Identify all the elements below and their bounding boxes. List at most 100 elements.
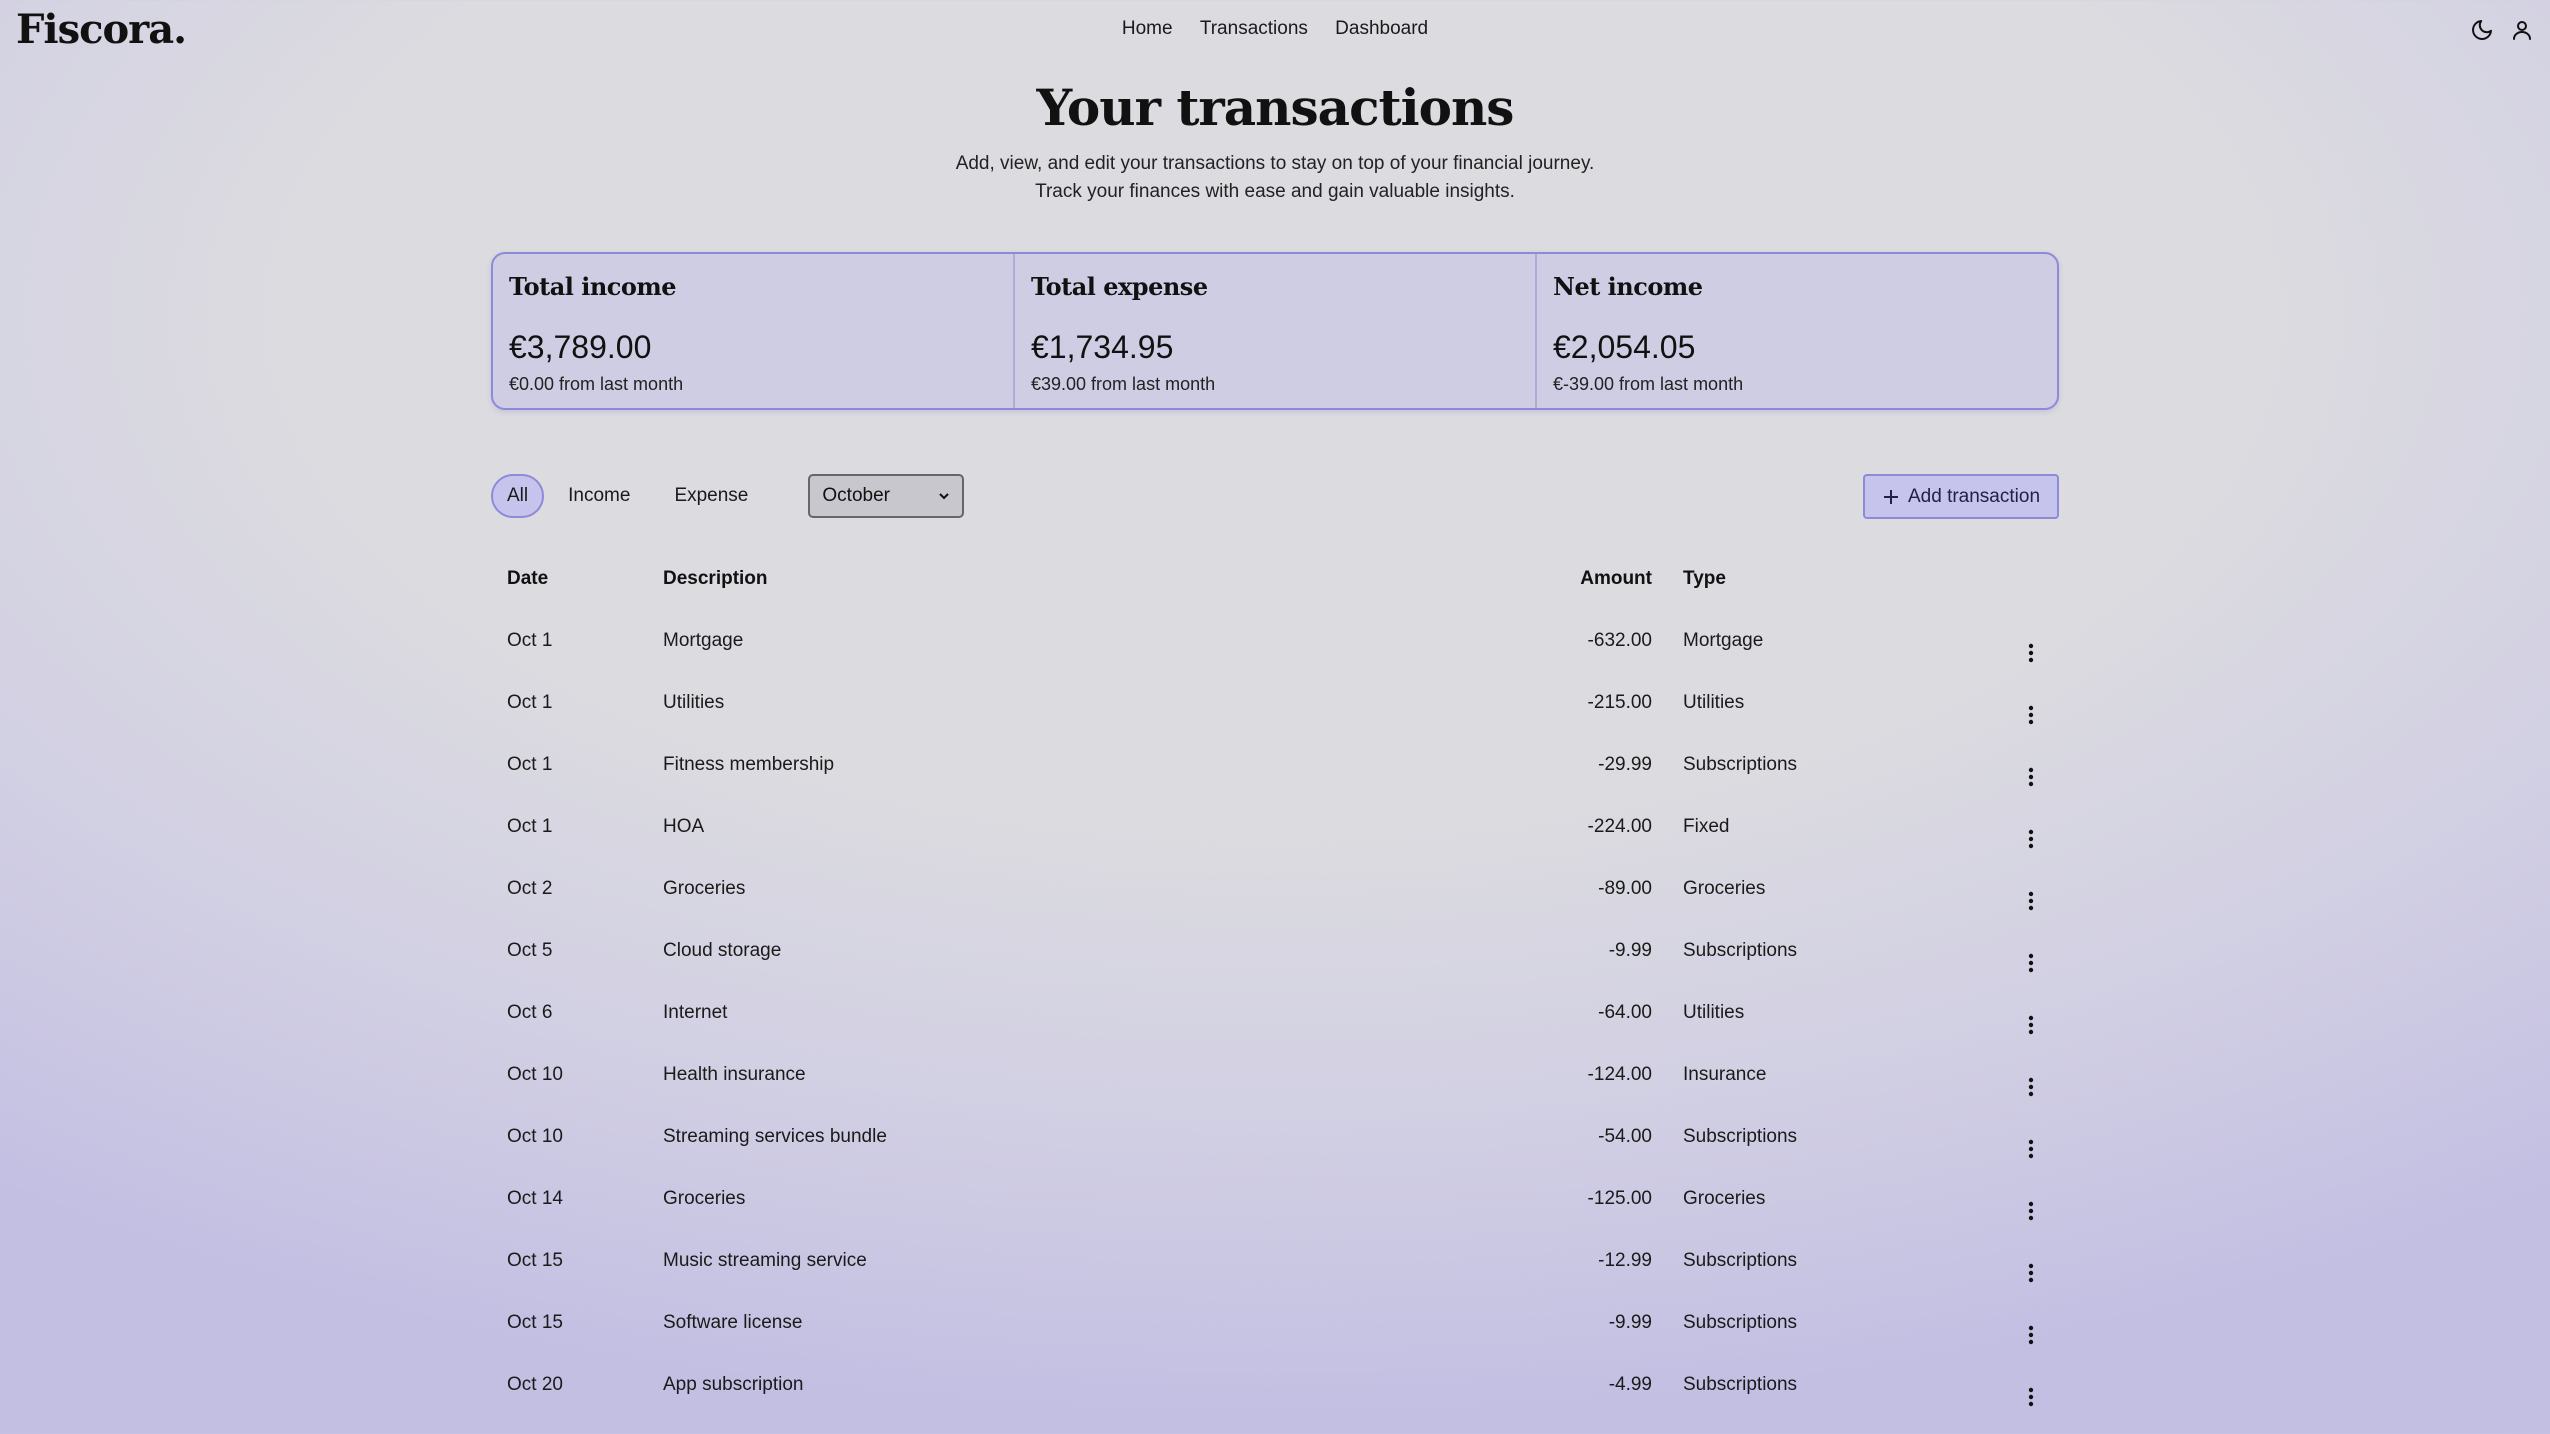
filter-bar: All Income Expense October (491, 474, 965, 518)
chevron-down-icon (939, 493, 950, 500)
more-options-icon[interactable] (2021, 815, 2041, 849)
subtitle-line: Track your finances with ease and gain v… (1035, 181, 1515, 202)
row-description: Streaming services bundle (663, 1126, 887, 1147)
row-type: Subscriptions (1683, 1374, 1798, 1395)
table-row[interactable]: Oct 15 Software license -9.99 Subscriptions (491, 1292, 2059, 1354)
more-options-icon[interactable] (2021, 691, 2041, 725)
row-date: Oct 15 (507, 1250, 563, 1271)
table-row[interactable]: Oct 10 Health insurance -124.00 Insurance (491, 1044, 2059, 1106)
row-type: Groceries (1683, 878, 1766, 899)
more-options-icon[interactable] (2021, 1311, 2041, 1345)
card-title: Net income (1553, 272, 1703, 301)
summary-cards: Total income €3,789.00 €0.00 from last m… (491, 252, 2059, 410)
total-income-card: Total income €3,789.00 €0.00 from last m… (493, 254, 1015, 408)
row-description: Mortgage (663, 630, 744, 651)
main-nav: Home Transactions Dashboard (0, 18, 2550, 40)
column-header-description: Description (663, 568, 768, 589)
more-options-icon[interactable] (2021, 939, 2041, 973)
row-description: Software license (663, 1312, 803, 1333)
user-icon[interactable] (2510, 18, 2534, 42)
card-change: €-39.00 from last month (1553, 374, 1744, 394)
more-options-icon[interactable] (2021, 1249, 2041, 1283)
row-amount: -9.99 (1608, 940, 1652, 961)
more-options-icon[interactable] (2021, 753, 2041, 787)
card-title: Total income (509, 272, 677, 301)
row-date: Oct 10 (507, 1064, 563, 1085)
month-select-value: October (822, 485, 890, 506)
more-options-icon[interactable] (2021, 1187, 2041, 1221)
row-type: Subscriptions (1683, 1250, 1798, 1271)
row-type: Insurance (1683, 1064, 1767, 1085)
row-date: Oct 14 (507, 1188, 563, 1209)
table-row[interactable]: Oct 1 Mortgage -632.00 Mortgage (491, 610, 2059, 672)
row-date: Oct 1 (507, 692, 553, 713)
card-value: €3,789.00 (509, 329, 652, 365)
total-expense-card: Total expense €1,734.95 €39.00 from last… (1015, 254, 1537, 408)
row-description: Music streaming service (663, 1250, 867, 1271)
row-description: Cloud storage (663, 940, 782, 961)
plus-icon (1883, 489, 1898, 504)
row-amount: -4.99 (1608, 1374, 1652, 1395)
row-type: Subscriptions (1683, 1312, 1798, 1333)
more-options-icon[interactable] (2021, 877, 2041, 911)
card-value: €2,054.05 (1553, 329, 1696, 365)
row-amount: -124.00 (1587, 1064, 1652, 1085)
row-amount: -632.00 (1587, 630, 1652, 651)
row-description: Groceries (663, 878, 746, 899)
table-row[interactable]: Oct 10 Streaming services bundle -54.00 Sub… (491, 1106, 2059, 1168)
table-row[interactable]: Oct 5 Cloud storage -9.99 Subscriptions (491, 920, 2059, 982)
filter-income-tab[interactable]: Income (548, 474, 650, 518)
row-amount: -9.99 (1608, 1312, 1652, 1333)
row-amount: -224.00 (1587, 816, 1652, 837)
row-date: Oct 6 (507, 1002, 553, 1023)
column-header-type: Type (1683, 568, 1726, 589)
more-options-icon[interactable] (2021, 1063, 2041, 1097)
row-amount: -12.99 (1598, 1250, 1652, 1271)
table-row[interactable]: Oct 1 Fitness membership -29.99 Subscriptio… (491, 734, 2059, 796)
filter-expense-tab[interactable]: Expense (654, 474, 768, 518)
table-row[interactable]: Oct 1 HOA -224.00 Fixed (491, 796, 2059, 858)
row-type: Subscriptions (1683, 1126, 1798, 1147)
row-description: Fitness membership (663, 754, 835, 775)
nav-transactions[interactable]: Transactions (1200, 18, 1308, 39)
month-select[interactable]: October (808, 474, 965, 518)
card-change: €39.00 from last month (1031, 374, 1216, 394)
add-transaction-label: Add transaction (1907, 485, 2041, 507)
card-title: Total expense (1031, 272, 1208, 301)
page-subtitle: Add, view, and edit your transactions to… (0, 150, 2550, 206)
table-row[interactable]: Oct 1 Utilities -215.00 Utilities (491, 672, 2059, 734)
row-type: Subscriptions (1683, 940, 1798, 961)
row-date: Oct 5 (507, 940, 553, 961)
page-title: Your transactions (1036, 78, 1515, 137)
add-transaction-button[interactable]: Add transaction (1863, 474, 2059, 519)
table-row[interactable]: Oct 14 Groceries -125.00 Groceries (491, 1168, 2059, 1230)
filter-all-tab[interactable]: All (491, 474, 545, 518)
more-options-icon[interactable] (2021, 1373, 2041, 1407)
nav-home[interactable]: Home (1122, 18, 1173, 39)
row-type: Subscriptions (1683, 754, 1798, 775)
row-amount: -89.00 (1598, 878, 1652, 899)
row-type: Fixed (1683, 816, 1730, 837)
more-options-icon[interactable] (2021, 1125, 2041, 1159)
table-header: Date Description Amount Type (491, 548, 2059, 610)
table-row[interactable]: Oct 6 Internet -64.00 Utilities (491, 982, 2059, 1044)
column-header-date: Date (507, 568, 549, 589)
more-options-icon[interactable] (2021, 629, 2041, 663)
row-date: Oct 1 (507, 630, 553, 651)
table-row[interactable]: Oct 2 Groceries -89.00 Groceries (491, 858, 2059, 920)
row-description: Groceries (663, 1188, 746, 1209)
more-options-icon[interactable] (2021, 1001, 2041, 1035)
table-row[interactable]: Oct 20 App subscription -4.99 Subscriptions (491, 1354, 2059, 1416)
card-change: €0.00 from last month (509, 374, 684, 394)
row-description: App subscription (663, 1374, 804, 1395)
card-value: €1,734.95 (1031, 329, 1174, 365)
moon-icon[interactable] (2470, 18, 2494, 42)
net-income-card: Net income €2,054.05 €-39.00 from last m… (1537, 254, 2057, 408)
row-type: Mortgage (1683, 630, 1764, 651)
transactions-table: Date Description Amount Type Oct 1 Mortga… (491, 548, 2059, 1416)
table-row[interactable]: Oct 15 Music streaming service -12.99 Subsc… (491, 1230, 2059, 1292)
row-amount: -29.99 (1598, 754, 1652, 775)
nav-dashboard[interactable]: Dashboard (1335, 18, 1428, 39)
row-description: HOA (663, 816, 705, 837)
row-amount: -215.00 (1587, 692, 1652, 713)
